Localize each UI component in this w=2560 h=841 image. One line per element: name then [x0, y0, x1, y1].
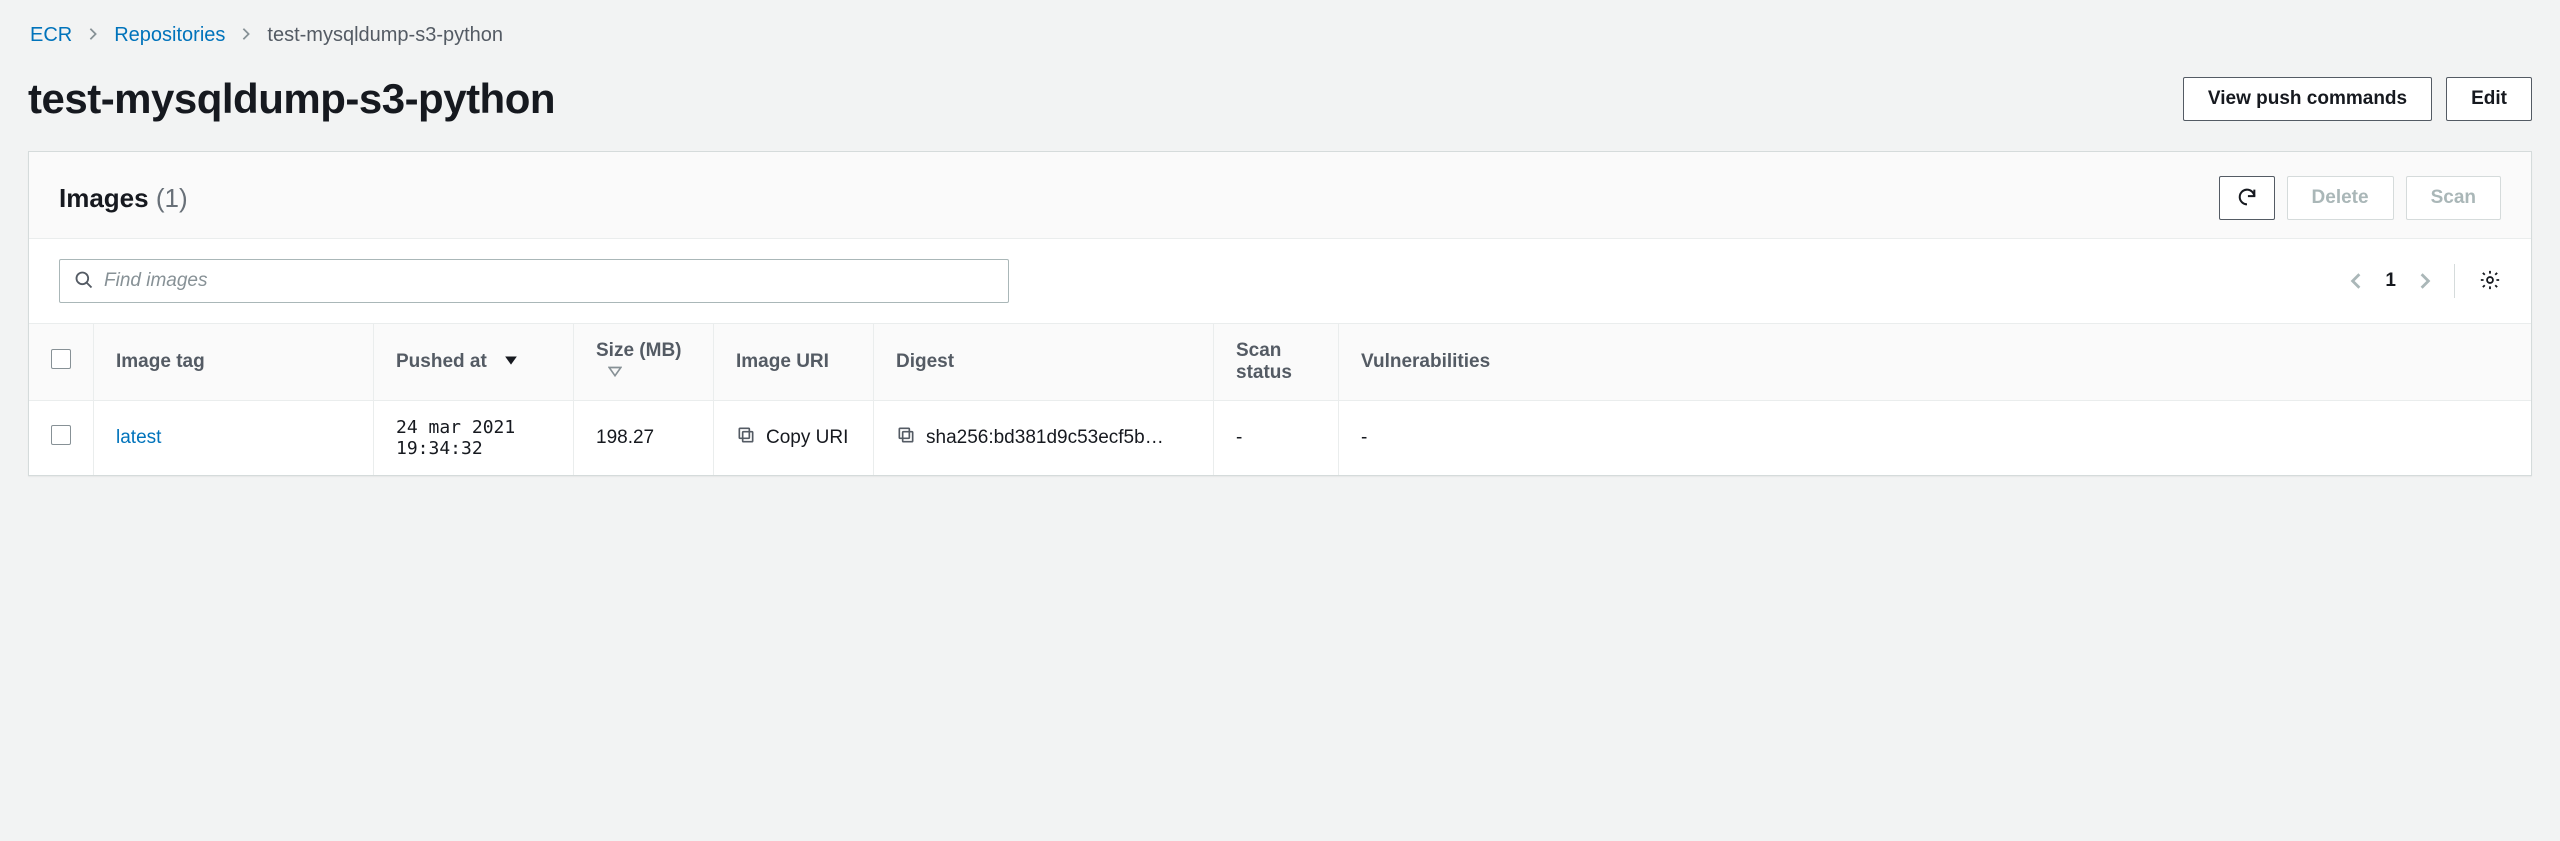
- copy-icon[interactable]: [896, 425, 916, 451]
- view-push-commands-button[interactable]: View push commands: [2183, 77, 2432, 121]
- col-pushed-label: Pushed at: [396, 351, 487, 372]
- col-size[interactable]: Size (MB): [574, 324, 714, 401]
- search-input-wrap[interactable]: [59, 259, 1009, 303]
- divider: [2454, 264, 2455, 298]
- breadcrumb-repositories[interactable]: Repositories: [114, 24, 225, 47]
- breadcrumb-current: test-mysqldump-s3-python: [267, 24, 503, 47]
- sort-neutral-icon: [608, 362, 622, 383]
- scan-status-value: -: [1214, 401, 1339, 476]
- copy-uri-label: Copy URI: [766, 427, 848, 449]
- size-value: 198.27: [574, 401, 714, 476]
- delete-button[interactable]: Delete: [2287, 176, 2394, 220]
- page-header: test-mysqldump-s3-python View push comma…: [28, 75, 2532, 123]
- table-row: latest 24 mar 2021 19:34:32 198.27 Copy …: [29, 401, 2531, 476]
- col-pushed-at[interactable]: Pushed at: [374, 324, 574, 401]
- search-input[interactable]: [104, 270, 994, 292]
- panel-title: Images (1): [59, 183, 188, 214]
- col-image-tag[interactable]: Image tag: [94, 324, 374, 401]
- pagination: 1: [2347, 264, 2501, 298]
- page-title: test-mysqldump-s3-python: [28, 75, 555, 123]
- col-select-all: [29, 324, 94, 401]
- col-image-uri[interactable]: Image URI: [714, 324, 874, 401]
- panel-count: (1): [156, 183, 188, 213]
- breadcrumb-ecr[interactable]: ECR: [30, 24, 72, 47]
- vulnerabilities-value: -: [1339, 401, 2532, 476]
- panel-title-text: Images: [59, 183, 149, 213]
- col-scan-status[interactable]: Scan status: [1214, 324, 1339, 401]
- refresh-button[interactable]: [2219, 176, 2275, 220]
- col-vulnerabilities[interactable]: Vulnerabilities: [1339, 324, 2532, 401]
- copy-icon: [736, 425, 756, 451]
- col-size-label: Size (MB): [596, 340, 682, 361]
- pushed-at-value: 24 mar 2021 19:34:32: [374, 401, 574, 476]
- prev-page-button[interactable]: [2347, 272, 2365, 290]
- digest-value: sha256:bd381d9c53ecf5b…: [926, 427, 1164, 449]
- gear-icon: [2479, 269, 2501, 294]
- next-page-button[interactable]: [2416, 272, 2434, 290]
- chevron-right-icon: [239, 24, 253, 47]
- col-digest[interactable]: Digest: [874, 324, 1214, 401]
- refresh-icon: [2236, 186, 2258, 211]
- image-tag-link[interactable]: latest: [116, 427, 161, 448]
- select-all-checkbox[interactable]: [51, 349, 71, 369]
- scan-button[interactable]: Scan: [2406, 176, 2501, 220]
- settings-button[interactable]: [2475, 269, 2501, 294]
- breadcrumb: ECR Repositories test-mysqldump-s3-pytho…: [30, 24, 2532, 47]
- page-number: 1: [2385, 270, 2396, 292]
- copy-uri-button[interactable]: Copy URI: [736, 425, 851, 451]
- chevron-right-icon: [86, 24, 100, 47]
- row-checkbox[interactable]: [51, 425, 71, 445]
- edit-button[interactable]: Edit: [2446, 77, 2532, 121]
- images-panel: Images (1) Delete Scan 1: [28, 151, 2532, 476]
- images-table: Image tag Pushed at Size (MB) Image URI …: [29, 323, 2531, 475]
- sort-desc-icon: [504, 351, 518, 372]
- search-icon: [74, 270, 94, 293]
